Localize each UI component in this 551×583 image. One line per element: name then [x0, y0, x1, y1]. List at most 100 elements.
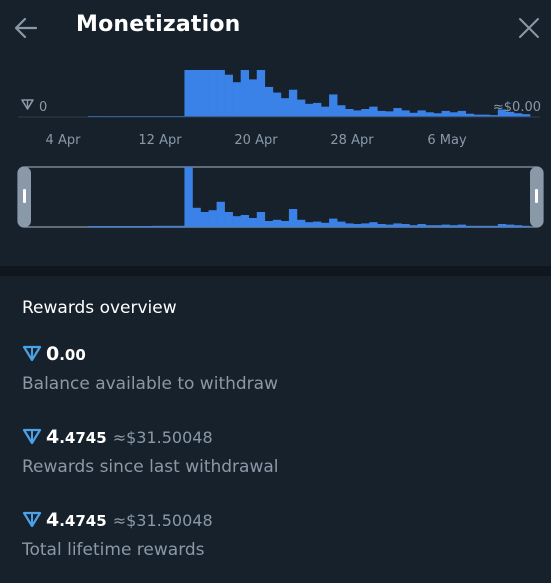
back-button[interactable] — [8, 10, 44, 46]
chart-bar — [296, 99, 306, 117]
overview-bar — [313, 221, 322, 227]
chart-bar — [248, 79, 258, 117]
ton-icon — [22, 511, 42, 528]
overview-bar — [513, 225, 523, 227]
x-tick-label: 6 May — [427, 133, 467, 148]
chart-bar — [433, 113, 442, 117]
header: Monetization — [0, 0, 551, 56]
overview-bar — [288, 209, 298, 227]
overview-bar — [321, 222, 330, 227]
overview-bar — [345, 223, 354, 227]
since-withdrawal-amount-int: 4 — [46, 426, 60, 448]
navigator-right-handle[interactable] — [530, 167, 543, 227]
overview-bar — [433, 225, 442, 227]
chart-bar — [409, 112, 418, 117]
chart-bar — [377, 110, 386, 117]
x-tick-label: 12 Apr — [138, 133, 182, 148]
revenue-chart: 0 ≈$0.00 4 Apr 12 Apr 20 Apr 28 Apr 6 May — [0, 56, 551, 266]
chart-bar — [417, 110, 426, 117]
overview-bar — [409, 225, 418, 227]
overview-bar — [104, 226, 113, 227]
overview-bar — [521, 225, 531, 227]
balance-label: Balance available to withdraw — [22, 374, 278, 394]
overview-bar — [128, 226, 137, 227]
chart-bar — [425, 112, 434, 117]
chart-bar — [208, 70, 217, 117]
chart-bar — [457, 110, 467, 117]
x-axis-ticks: 4 Apr 12 Apr 20 Apr 28 Apr 6 May — [46, 133, 467, 148]
stat-balance: 0.00 Balance available to withdraw — [22, 340, 278, 394]
rewards-overview: Rewards overview 0.00 Balance available … — [0, 276, 551, 583]
chart-svg: 0 ≈$0.00 4 Apr 12 Apr 20 Apr 28 Apr 6 May — [17, 70, 544, 228]
overview-bars — [88, 167, 531, 227]
chart-bar — [280, 98, 290, 117]
overview-bar — [192, 207, 201, 227]
navigator-left-handle[interactable] — [18, 167, 31, 227]
close-button[interactable] — [511, 10, 547, 46]
chart-bar — [232, 82, 241, 117]
close-icon — [519, 18, 539, 38]
overview-bar — [96, 226, 105, 227]
overview-bar — [353, 224, 362, 227]
chart-bar — [321, 106, 330, 117]
overview-bar — [457, 224, 467, 227]
overview-bar — [329, 218, 338, 227]
overview-bar — [272, 219, 282, 227]
overview-bar — [337, 221, 346, 227]
overview-bar — [232, 216, 241, 227]
page-title: Monetization — [76, 12, 241, 37]
overview-bar — [112, 226, 121, 227]
navigator-frame — [17, 166, 544, 228]
chart-bar — [441, 110, 450, 117]
chart-bar — [304, 103, 314, 117]
chart-bar — [337, 105, 346, 117]
overview-bar — [256, 212, 266, 227]
overview-bar — [208, 210, 217, 227]
overview-bar — [505, 224, 515, 227]
overview-bar — [136, 226, 145, 227]
chart-bar — [313, 102, 322, 117]
overview-bar — [200, 212, 209, 227]
overview-bar — [489, 225, 499, 227]
arrow-left-icon — [14, 17, 38, 39]
overview-bar — [385, 224, 394, 227]
overview-bar — [425, 225, 434, 227]
since-withdrawal-usd: ≈$31.50048 — [112, 428, 213, 447]
chart-bar — [345, 109, 354, 117]
left-y-label: 0 — [21, 99, 47, 115]
overview-bar — [176, 225, 185, 227]
overview-bar — [473, 225, 483, 227]
overview-bar — [240, 215, 250, 227]
y-usd-label: ≈$0.00 — [493, 100, 541, 115]
overview-bar — [304, 222, 314, 227]
overview-bar — [296, 219, 306, 227]
chart-bar — [216, 70, 225, 117]
overview-navigator[interactable] — [17, 166, 544, 228]
overview-bar — [441, 224, 450, 227]
section-divider — [0, 266, 551, 276]
balance-amount-frac: .00 — [59, 346, 86, 364]
chart-bar — [361, 109, 370, 117]
overview-bar — [168, 225, 177, 227]
chart-bar — [449, 112, 458, 117]
chart-bar — [288, 89, 298, 117]
chart-bar — [401, 110, 410, 117]
y-zero-label: 0 — [39, 100, 47, 115]
chart-bar — [369, 106, 378, 117]
since-withdrawal-amount-frac: .4745 — [59, 429, 107, 447]
lifetime-amount-int: 4 — [46, 509, 60, 531]
overview-bar — [264, 221, 274, 227]
chart-bar — [329, 94, 338, 117]
overview-bar — [248, 218, 258, 227]
overview-bar — [216, 201, 225, 227]
x-tick-label: 28 Apr — [330, 133, 374, 148]
chart-bar — [264, 86, 274, 117]
overview-bar — [88, 226, 97, 227]
overview-bar — [160, 225, 169, 227]
overview-bar — [497, 224, 507, 227]
chart-bar — [224, 74, 233, 117]
chart-bar — [393, 108, 402, 117]
overview-bar — [401, 224, 410, 227]
overview-bar — [393, 223, 402, 227]
chart-bar — [240, 70, 250, 117]
